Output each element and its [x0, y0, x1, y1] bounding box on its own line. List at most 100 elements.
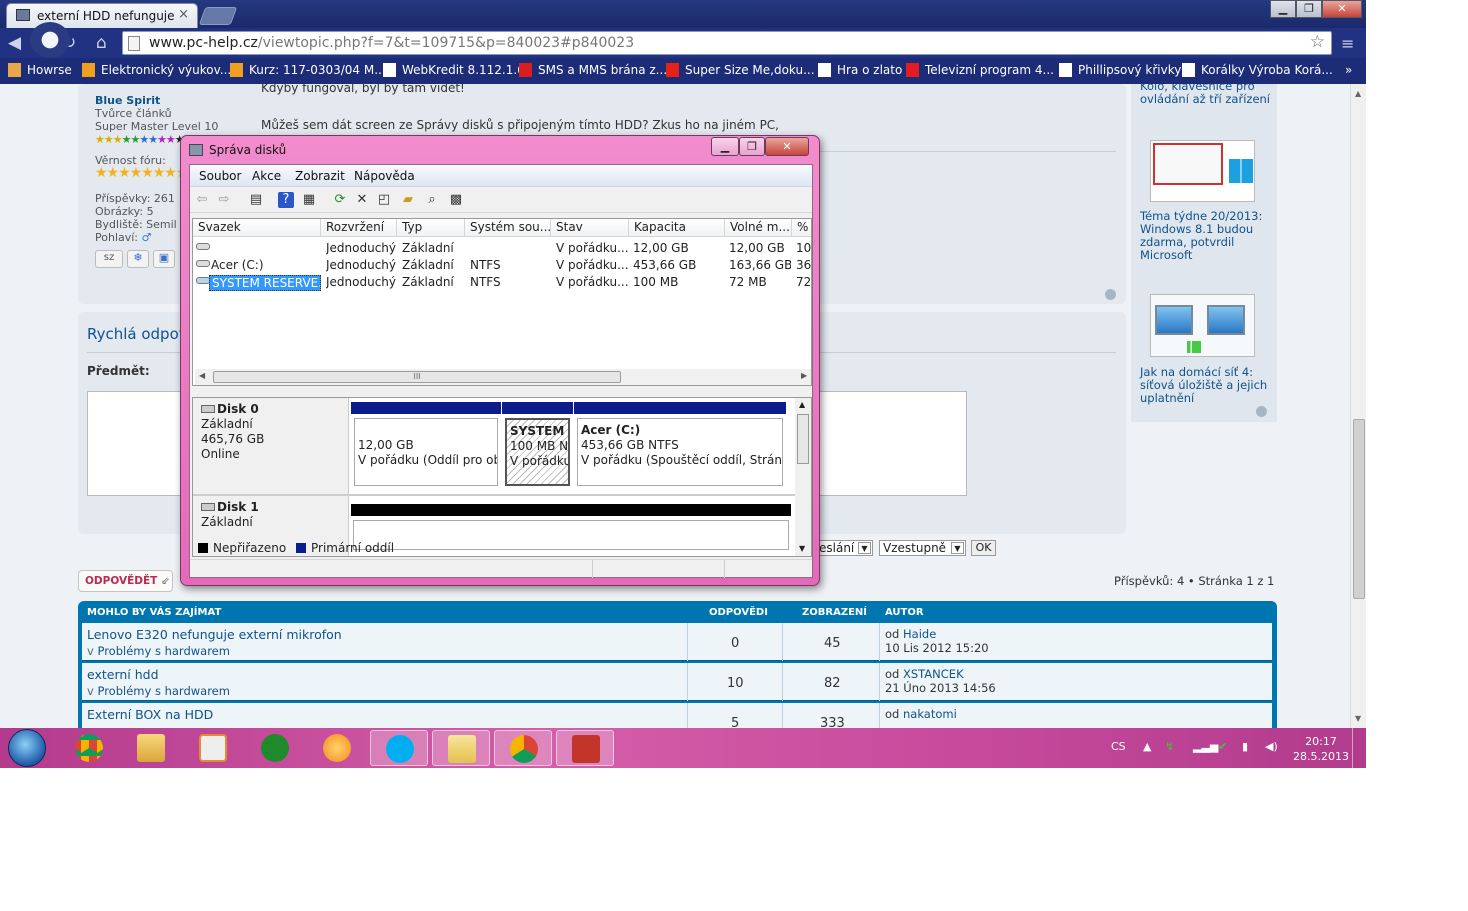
taskbar-utorrent[interactable] — [246, 730, 304, 766]
dialog-close-button[interactable]: ✕ — [765, 137, 809, 156]
col-type[interactable]: Typ — [397, 219, 465, 237]
power-icon[interactable]: ▮ — [1242, 740, 1248, 753]
bookmark-item[interactable]: Korálky Výroba Korá... — [1182, 63, 1333, 77]
close-button[interactable]: ✕ — [1322, 0, 1362, 18]
col-volume[interactable]: Svazek — [193, 219, 321, 237]
refresh-icon[interactable]: ⟳ — [332, 192, 348, 208]
maximize-button[interactable]: ❐ — [1296, 0, 1322, 18]
volume-cell-type[interactable]: Základní — [402, 275, 464, 289]
col-free[interactable]: Volné m... — [725, 219, 792, 237]
volume-cell-status[interactable]: V pořádku... — [556, 275, 628, 289]
sort-ok-button[interactable]: OK — [971, 540, 996, 556]
reply-button[interactable]: ODPOVĚDĚT ⇙ — [78, 570, 173, 592]
volume-cell-pct[interactable]: 72 — [796, 275, 811, 289]
volume-cell-capacity[interactable]: 453,66 GB — [633, 258, 723, 272]
menu-action[interactable]: Akce — [252, 169, 281, 183]
pm-button[interactable]: sz — [95, 250, 123, 268]
scroll-up-icon[interactable]: ▲ — [799, 400, 805, 409]
topic-title[interactable]: Lenovo E320 nefunguje externí mikrofon — [87, 627, 342, 642]
gallery-icon[interactable]: ▣ — [153, 250, 175, 268]
checkmark-icon[interactable]: ✔ — [1218, 740, 1227, 753]
menu-view[interactable]: Zobrazit — [295, 169, 345, 183]
col-layout[interactable]: Rozvržení — [321, 219, 397, 237]
tray-expand-icon[interactable]: ▲ — [1143, 740, 1151, 753]
chrome-menu-icon[interactable]: ≡ — [1341, 34, 1354, 53]
dialog-maximize-button[interactable]: ❐ — [739, 137, 765, 156]
table-row[interactable]: Externí BOX na HDDv 5333od nakatomi — [82, 703, 1272, 728]
bookmark-item[interactable]: Hra o zlato — [818, 63, 902, 77]
topic-title[interactable]: externí hdd — [87, 667, 159, 682]
taskbar-app[interactable] — [308, 730, 366, 766]
start-button[interactable] — [8, 729, 46, 767]
sidebar-thumbnail-network[interactable] — [1150, 294, 1255, 357]
forward-icon[interactable]: ⇨ — [216, 192, 232, 208]
partition-block[interactable]: Acer (C:) 453,66 GB NTFS V pořádku (Spoušt… — [574, 402, 786, 490]
volume-icon[interactable]: ◀) — [1265, 740, 1278, 753]
back-icon[interactable]: ◀ — [8, 33, 21, 53]
col-status[interactable]: Stav — [551, 219, 629, 237]
scrollbar-thumb[interactable] — [1353, 419, 1365, 599]
volume-cell-fs[interactable]: NTFS — [470, 275, 550, 289]
volume-cell-capacity[interactable]: 100 MB — [633, 275, 723, 289]
bookmark-item[interactable]: Elektronický výukov... — [82, 63, 231, 77]
bookmark-item[interactable]: Phillipsový křivky — [1059, 63, 1181, 77]
disk-view-scroll-thumb[interactable] — [797, 414, 809, 464]
table-row[interactable]: Lenovo E320 nefunguje externí mikrofon v … — [82, 623, 1272, 661]
scroll-up-icon[interactable]: ▲ — [1355, 89, 1361, 98]
volume-cell-pct[interactable]: 100 — [796, 241, 811, 255]
volume-cell-type[interactable]: Základní — [402, 258, 464, 272]
volume-cell-capacity[interactable]: 12,00 GB — [633, 241, 723, 255]
network-signal-icon[interactable]: ▂▃▅ — [1193, 740, 1218, 753]
volume-cell-free[interactable]: 163,66 GB — [729, 258, 791, 272]
sidebar-link-2[interactable]: Téma týdne 20/2013: Windows 8.1 budou zd… — [1140, 210, 1274, 262]
bookmark-item[interactable]: Super Size Me,doku... — [666, 63, 815, 77]
scroll-left-icon[interactable]: ◀ — [199, 371, 205, 380]
volume-cell-layout[interactable]: Jednoduchý — [326, 241, 398, 255]
volume-cell-free[interactable]: 72 MB — [729, 275, 791, 289]
bookmark-item[interactable]: Televizní program 4... — [906, 63, 1054, 77]
col-capacity[interactable]: Kapacita — [629, 219, 725, 237]
sidebar-link-1[interactable]: Kolo, klávesnice pro ovládání až tří zař… — [1140, 84, 1274, 106]
icq-icon[interactable]: ❄ — [127, 250, 149, 268]
disk0-info[interactable]: Disk 0 Základní 465,76 GB Online — [193, 398, 349, 494]
sort-field-select[interactable]: eslání ▼ — [815, 540, 873, 556]
partition-block[interactable]: SYSTEM R100 MB NTV pořádku — [502, 402, 573, 490]
properties-icon[interactable]: ▦ — [301, 192, 317, 208]
tab-close-icon[interactable]: × — [178, 7, 189, 22]
search-icon[interactable]: ⌕ — [424, 192, 440, 208]
volume-list-hscroll[interactable]: ◀ III ▶ — [195, 369, 811, 385]
console-tree-icon[interactable]: ▤ — [248, 192, 264, 208]
table-row[interactable]: externí hdd v Problémy s hardwarem 10 82 od … — [82, 663, 1272, 701]
language-indicator[interactable]: CS — [1111, 740, 1126, 753]
col-filesystem[interactable]: Systém sou... — [465, 219, 551, 237]
bookmark-item[interactable]: WebKredit 8.112.1.6 — [383, 63, 525, 77]
taskbar-media[interactable] — [184, 730, 242, 766]
volume-cell-status[interactable]: V pořádku... — [556, 241, 628, 255]
partition-block[interactable]: 12,00 GB V pořádku (Oddíl pro obn — [351, 402, 501, 490]
author-link[interactable]: Haide — [903, 627, 936, 641]
volume-cell-name[interactable]: SYSTEM RESERVE... — [209, 275, 321, 291]
back-to-top-icon[interactable] — [1256, 406, 1267, 417]
bookmark-item[interactable]: SMS a MMS brána z... — [519, 63, 667, 77]
dialog-minimize-button[interactable]: ▁ — [711, 137, 739, 156]
bookmark-item[interactable]: Kurz: 117-0303/04 M... — [230, 63, 386, 77]
check-icon[interactable]: ◰ — [376, 192, 392, 208]
back-to-top-icon[interactable] — [1105, 289, 1116, 300]
browser-tab[interactable]: externí HDD nefunguje × — [6, 3, 198, 28]
disk-view-scrollbar[interactable]: ▲ ▼ — [795, 398, 811, 556]
open-folder-icon[interactable]: ▰ — [400, 192, 416, 208]
taskbar-disk-management[interactable] — [556, 730, 614, 766]
topic-title[interactable]: Externí BOX na HDD — [87, 707, 213, 722]
sidebar-link-3[interactable]: Jak na domácí síť 4: síťová úložiště a j… — [1140, 366, 1274, 405]
address-bar[interactable]: www.pc-help.cz/viewtopic.php?f=7&t=10971… — [122, 31, 1332, 55]
taskbar-chrome[interactable] — [60, 730, 118, 766]
author-link[interactable]: nakatomi — [903, 707, 957, 721]
volume-cell-layout[interactable]: Jednoduchý — [326, 258, 398, 272]
sort-order-select[interactable]: Vzestupně ▼ — [879, 540, 966, 556]
author-name[interactable]: Blue Spirit — [95, 94, 218, 107]
settings-icon[interactable]: ▩ — [448, 192, 464, 208]
bookmarks-overflow-icon[interactable]: » — [1345, 63, 1352, 77]
delete-icon[interactable]: ✕ — [354, 192, 370, 208]
taskbar-folder-window[interactable] — [432, 730, 490, 766]
volume-cell-free[interactable]: 12,00 GB — [729, 241, 791, 255]
